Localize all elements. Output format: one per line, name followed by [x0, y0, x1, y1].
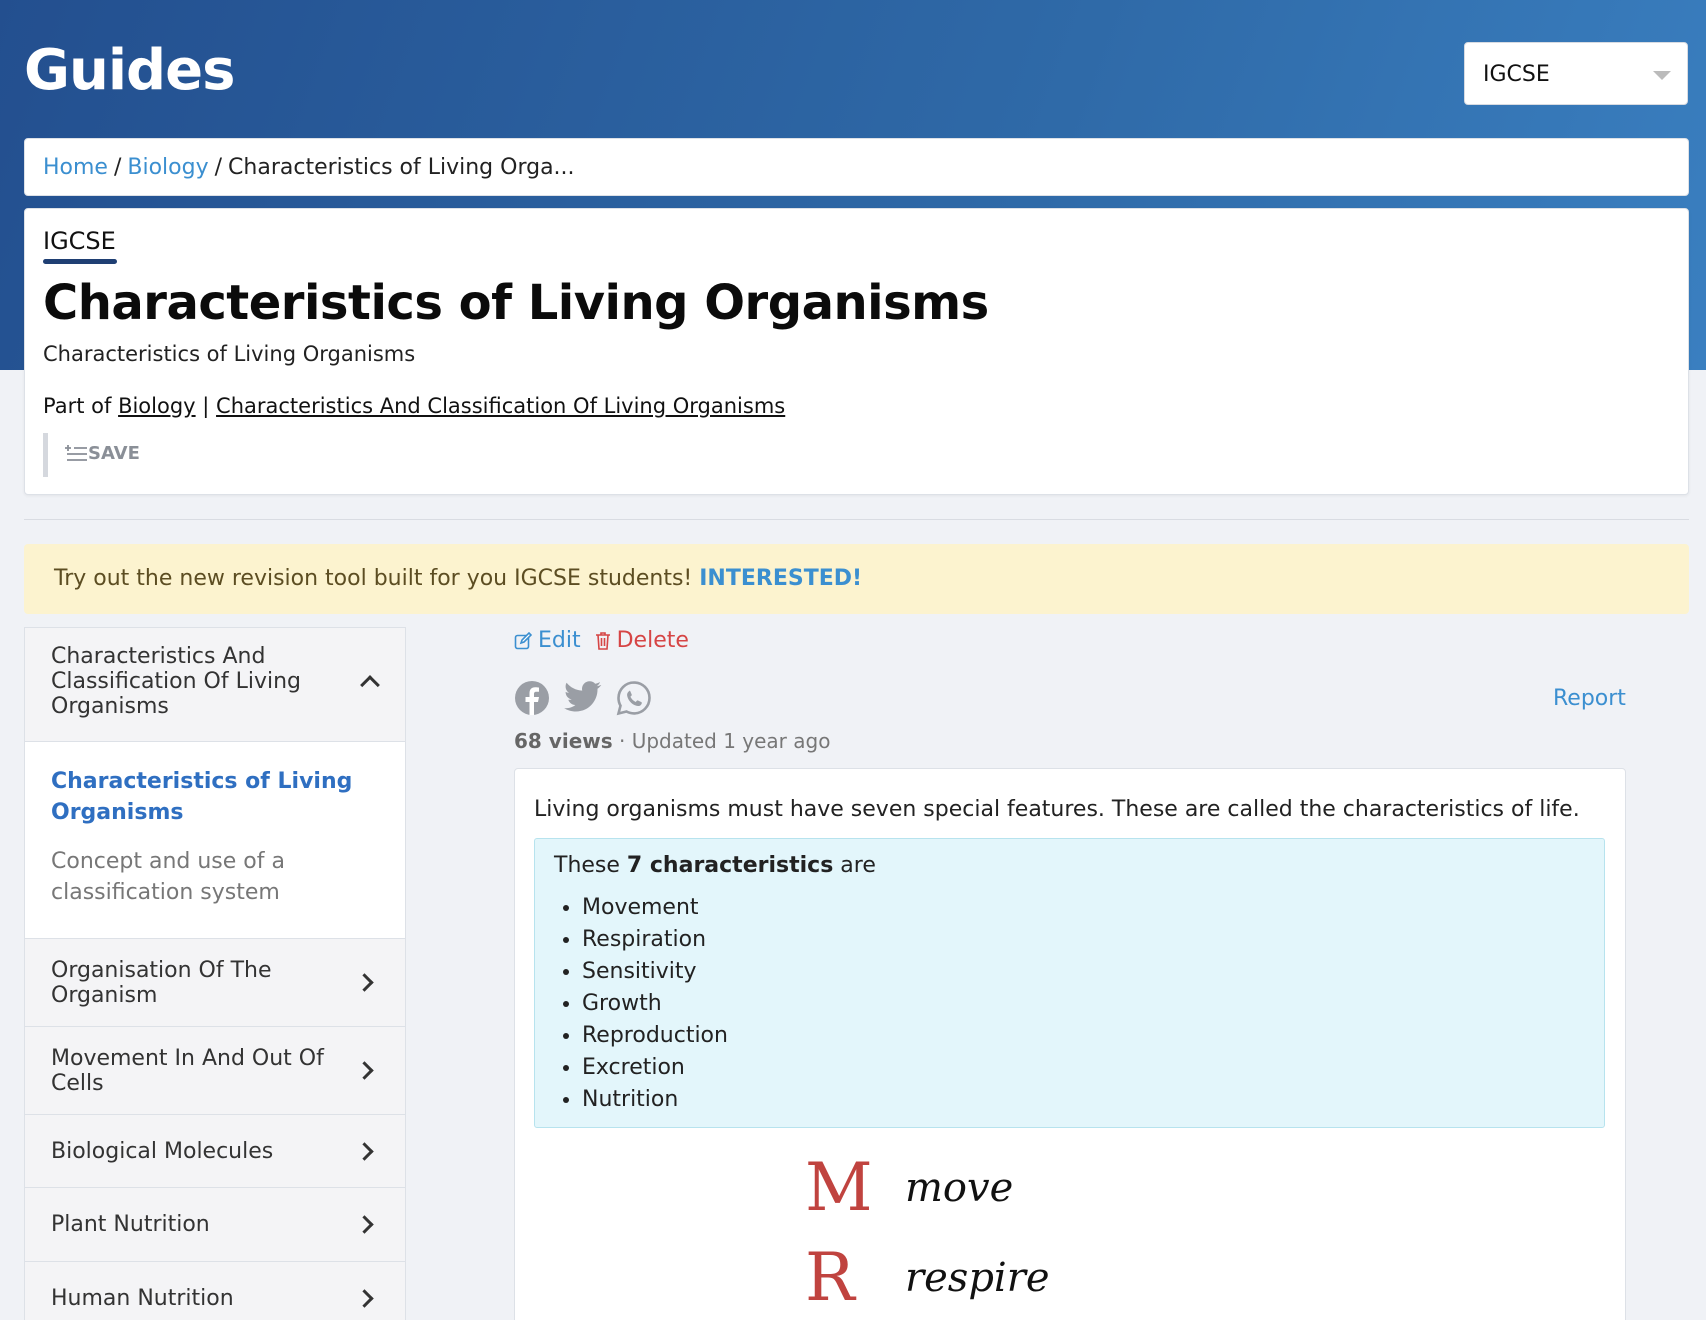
twitter-icon[interactable] — [564, 680, 602, 714]
level-underline — [43, 259, 117, 264]
mnemonic-word: move — [905, 1165, 1014, 1211]
list-item: Nutrition — [582, 1084, 1585, 1116]
chevron-right-icon — [355, 973, 374, 992]
chevron-right-icon — [355, 1215, 374, 1234]
part-of-divider: | — [202, 394, 210, 418]
sidebar-section[interactable]: Movement In And Out Of Cells — [25, 1027, 405, 1115]
share-buttons — [514, 680, 652, 716]
breadcrumb-home[interactable]: Home — [43, 155, 108, 180]
list-item: Growth — [582, 988, 1585, 1020]
delete-button[interactable]: Delete — [595, 628, 689, 653]
report-link[interactable]: Report — [1553, 686, 1626, 711]
sidebar-section-open[interactable]: Characteristics And Classification Of Li… — [25, 628, 405, 742]
article-toolbar: Edit Delete — [514, 628, 689, 653]
level-select-value: IGCSE — [1483, 62, 1550, 87]
add-list-icon — [65, 445, 87, 461]
topic-sidebar: Characteristics And Classification Of Li… — [24, 627, 406, 1320]
level-select[interactable]: IGCSE — [1464, 42, 1688, 105]
edit-button[interactable]: Edit — [514, 628, 581, 653]
mnemonic-letter: R — [805, 1239, 855, 1316]
whatsapp-icon[interactable] — [616, 680, 652, 716]
save-button[interactable]: SAVE — [43, 433, 140, 477]
chevron-down-icon — [1653, 71, 1671, 80]
sidebar-section[interactable]: Organisation Of The Organism — [25, 939, 405, 1027]
mnemonic-word: respire — [905, 1255, 1050, 1301]
chevron-right-icon — [355, 1141, 374, 1161]
characteristics-box: These 7 characteristics are Movement Res… — [534, 838, 1605, 1128]
promo-cta-link[interactable]: INTERESTED! — [699, 566, 862, 591]
breadcrumb-separator: / — [214, 155, 223, 180]
site-logo[interactable]: Guides — [24, 38, 235, 103]
promo-banner: Try out the new revision tool built for … — [24, 544, 1689, 614]
chevron-right-icon — [355, 1289, 374, 1308]
sidebar-section-label: Plant Nutrition — [51, 1212, 210, 1237]
list-item: Reproduction — [582, 1020, 1585, 1052]
sidebar-item[interactable]: Concept and use of a classification syst… — [51, 846, 379, 908]
part-of-label: Part of — [43, 394, 112, 418]
promo-text: Try out the new revision tool built for … — [54, 566, 693, 591]
edit-label: Edit — [538, 628, 581, 653]
sidebar-section[interactable]: Biological Molecules — [25, 1115, 405, 1188]
page-title: Characteristics of Living Organisms — [43, 275, 989, 331]
list-item: Movement — [582, 892, 1585, 924]
chevron-right-icon — [355, 1061, 374, 1080]
level-tag: IGCSE — [43, 227, 116, 255]
article-header-card: IGCSE Characteristics of Living Organism… — [24, 208, 1689, 495]
breadcrumb-separator: / — [113, 155, 122, 180]
save-label: SAVE — [88, 443, 140, 464]
characteristics-bold: 7 characteristics — [626, 853, 834, 878]
sidebar-section-label: Organisation Of The Organism — [51, 957, 272, 1008]
sidebar-section[interactable]: Human Nutrition — [25, 1262, 405, 1320]
edit-icon — [514, 631, 532, 649]
list-item: Respiration — [582, 924, 1585, 956]
page-subtitle: Characteristics of Living Organisms — [43, 342, 416, 366]
sidebar-section-label: Movement In And Out Of Cells — [51, 1045, 324, 1096]
part-of: Part of Biology | Characteristics And Cl… — [43, 394, 785, 418]
characteristics-suffix: are — [833, 853, 876, 878]
sidebar-section-label: Biological Molecules — [51, 1138, 274, 1164]
characteristics-prefix: These — [554, 853, 627, 878]
intro-paragraph: Living organisms must have seven special… — [534, 797, 1580, 822]
sidebar-item-active[interactable]: Characteristics of Living Organisms — [51, 766, 379, 828]
article-meta: 68 views · Updated 1 year ago — [514, 729, 830, 753]
sidebar-section[interactable]: Plant Nutrition — [25, 1188, 405, 1262]
part-of-subject-link[interactable]: Biology — [118, 394, 196, 418]
mnemonic-letter: M — [805, 1149, 873, 1226]
sidebar-section-label: Characteristics And Classification Of Li… — [51, 644, 302, 719]
list-item: Excretion — [582, 1052, 1585, 1084]
breadcrumb-current: Characteristics of Living Orga... — [228, 155, 575, 180]
part-of-topic-link[interactable]: Characteristics And Classification Of Li… — [216, 394, 785, 418]
article-body: Living organisms must have seven special… — [514, 768, 1626, 1320]
updated-text: · Updated 1 year ago — [612, 729, 831, 753]
characteristics-heading: These 7 characteristics are — [554, 853, 1585, 878]
divider — [24, 519, 1689, 520]
breadcrumb-subject[interactable]: Biology — [127, 155, 208, 180]
chevron-up-icon — [360, 675, 380, 695]
characteristics-list: Movement Respiration Sensitivity Growth … — [554, 892, 1585, 1116]
list-item: Sensitivity — [582, 956, 1585, 988]
breadcrumb: Home / Biology / Characteristics of Living O… — [24, 138, 1689, 196]
sidebar-section-label: Human Nutrition — [51, 1286, 234, 1311]
sidebar-section-body: Characteristics of Living Organisms Conc… — [25, 742, 405, 939]
facebook-icon[interactable] — [514, 680, 550, 716]
view-count: 68 views — [514, 729, 613, 753]
delete-label: Delete — [616, 628, 689, 653]
trash-icon — [595, 632, 610, 650]
